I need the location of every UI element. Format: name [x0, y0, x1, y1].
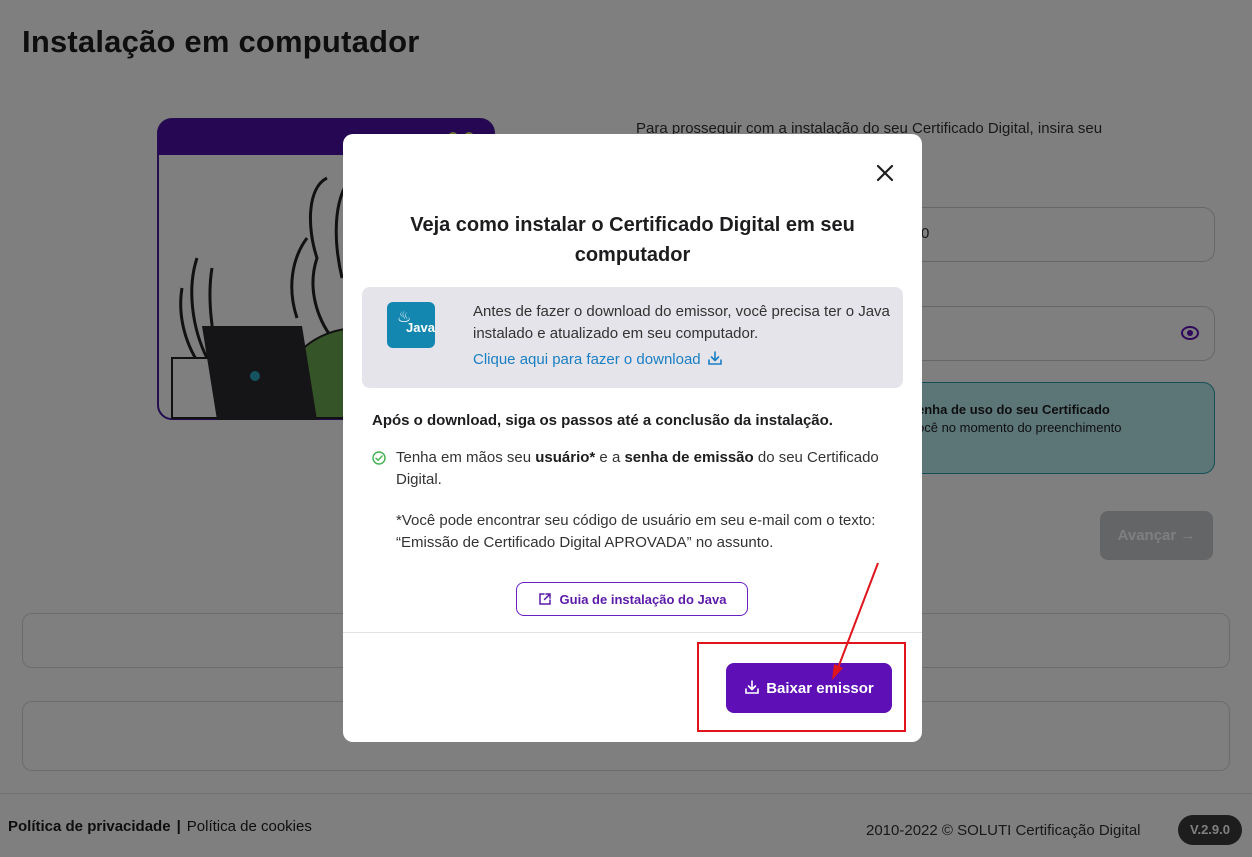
external-link-icon — [538, 592, 551, 605]
steps-title: Após o download, siga os passos até a co… — [372, 412, 833, 429]
check-circle-icon — [372, 451, 386, 465]
java-download-link-label: Clique aqui para fazer o download — [473, 351, 701, 368]
download-icon — [707, 351, 722, 365]
user-code-note: *Você pode encontrar seu código de usuár… — [396, 512, 876, 551]
step-1-text: Tenha em mãos seu usuário* e a senha de … — [396, 449, 879, 488]
java-info-text: Antes de fazer o download do emissor, vo… — [473, 303, 890, 342]
java-logo-text: Java — [406, 320, 435, 335]
java-download-link[interactable]: Clique aqui para fazer o download — [473, 350, 723, 368]
java-notice: ♨ Java Antes de fazer o download do emis… — [362, 287, 903, 388]
annotation-highlight-box — [697, 642, 906, 732]
modal-divider — [343, 632, 922, 633]
modal-title: Veja como instalar o Certificado Digital… — [410, 214, 855, 266]
java-logo: ♨ Java — [387, 302, 435, 348]
close-icon[interactable] — [870, 158, 900, 188]
java-guide-button[interactable]: Guia de instalação do Java — [516, 582, 748, 616]
java-guide-label: Guia de instalação do Java — [559, 591, 727, 607]
